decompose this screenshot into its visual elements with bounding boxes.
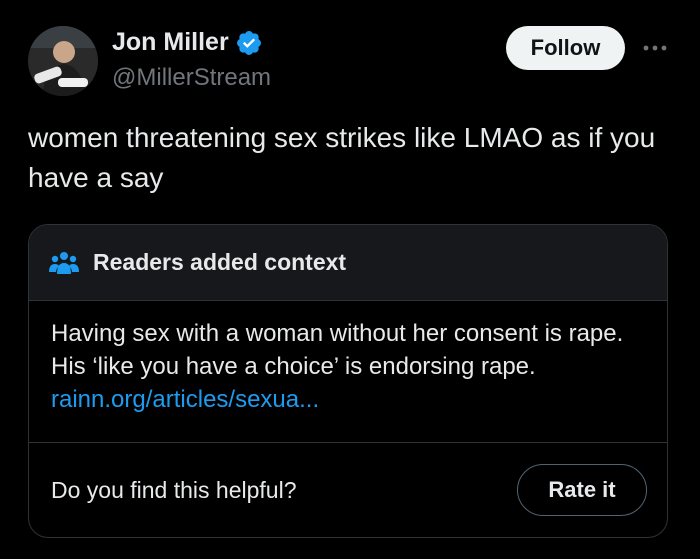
profile-photo-icon [28,26,98,96]
community-note: Readers added context Having sex with a … [28,224,668,538]
author-name-row: Jon Miller [112,28,263,57]
author-handle[interactable]: @MillerStream [112,64,271,92]
rate-it-button[interactable]: Rate it [517,464,647,516]
more-horizontal-icon [643,45,667,51]
community-note-source-link[interactable]: rainn.org/articles/sexua... [51,383,645,416]
community-note-body: Having sex with a woman without her cons… [29,301,667,443]
author-name[interactable]: Jon Miller [112,28,229,57]
follow-button[interactable]: Follow [506,26,625,70]
avatar[interactable] [28,26,98,96]
community-note-footer: Do you find this helpful? Rate it [29,443,667,537]
more-options-button[interactable] [640,30,670,66]
tweet-text: women threatening sex strikes like LMAO … [28,122,656,193]
community-note-title: Readers added context [93,249,347,275]
community-note-header: Readers added context [29,225,667,301]
verified-badge-icon [236,30,261,55]
people-group-icon [49,251,79,274]
helpful-prompt: Do you find this helpful? [51,476,297,503]
community-note-text: Having sex with a woman without her cons… [51,320,624,380]
